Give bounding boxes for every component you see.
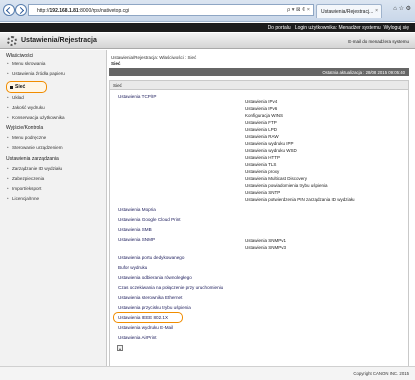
tcpip-subitem: Ustawienia wydruku IPP [245,141,294,146]
tcpip-subitem: Ustawienia HTTP [245,155,281,160]
address-bar[interactable]: http://192.168.1.81:8000/rps/nativetop.c… [28,4,314,16]
tcpip-subitem: Ustawienia potwierdzenia PIN zarządzania… [245,197,355,202]
login-user-text: Login użytkownika: Menadżer systemu [294,24,381,31]
tcpip-subitem: Ustawienia LPD [245,127,278,132]
print-buffer-link[interactable]: Bufor wydruku [118,265,147,270]
browser-toolbar: http://192.168.1.81:8000/rps/nativetop.c… [0,0,415,22]
sidebar: Właściwości Menu skrowania Ustawienia źr… [0,50,107,380]
sidebar-heading-management: Ustawienia zarządzania [6,156,59,162]
browser-tab[interactable]: Ustawienia/Rejestracj... × [316,4,382,18]
top-status-bar: Do portalu Login użytkownika: Menadżer s… [0,23,415,32]
last-updated-bar: Ostatnia aktualizacja : 28/08 2015 09:05… [109,68,409,76]
dedicated-port-link[interactable]: Ustawienia portu dedykowanego [118,255,184,260]
back-arrow-icon [5,6,14,15]
sidebar-item-menu[interactable]: Menu skrowania [7,61,46,66]
ieee-8021x-settings-link[interactable]: Ustawienia IEEE 802.1X [118,315,168,320]
tcpip-subitem: Ustawienia wydruku WSD [245,148,297,153]
copyright-text: Copyright CANON INC. 2015 [353,371,409,376]
tcpip-subitem: Ustawienia FTP [245,120,277,125]
tcpip-subitem: Ustawienia proxy [245,169,280,174]
tcpip-subitem: Ustawienia Multicast Discovery [245,176,308,181]
address-bar-tools[interactable]: ρ ▾ ⊠ ¢ × [287,7,310,13]
sidebar-item-paper-source[interactable]: Ustawienia źródła papieru [7,71,65,76]
network-panel: Sieć Ustawienia TCP/IP Ustawienia IPv4 U… [109,80,409,370]
sidebar-heading-preferences: Właściwości [6,53,34,59]
back-button[interactable] [3,4,15,16]
parallel-receive-link[interactable]: Ustawienia odbierania równoległego [118,275,192,280]
sidebar-item-layout[interactable]: Układ [7,95,24,100]
snmp-subitem: Ustawienia SNMPv1 [245,238,287,243]
gear-icon [7,36,17,46]
sidebar-item-user-maintenance[interactable]: Konserwacja użytkownika [7,115,65,120]
tab-title: Ustawienia/Rejestracj... [321,8,374,15]
sleep-button-link[interactable]: Ustawienia przycisku trybu uśpienia [118,305,191,310]
page-title: Sieć [111,61,121,66]
forward-button[interactable] [15,4,27,16]
app-title: Ustawienia/Rejestracja [21,36,97,44]
tcpip-subitem: Ustawienia SNTP [245,190,281,195]
tcpip-settings-link[interactable]: Ustawienia TCP/IP [118,94,156,99]
page-header: Ustawienia/Rejestracja E-mail do menadże… [0,33,415,49]
airprint-settings-link[interactable]: Ustawienia AirPrint [118,335,157,340]
sidebar-item-network[interactable]: Sieć [6,81,47,93]
tcpip-subitem: Ustawienia IPv4 [245,99,278,104]
snmp-settings-link[interactable]: Ustawienia SNMP [118,237,155,242]
ethernet-driver-link[interactable]: Ustawienia sterownika Ethernet [118,295,182,300]
address-url: http://192.168.1.81:8000/rps/nativetop.c… [37,7,130,14]
tcpip-subitem: Ustawienia IPv6 [245,106,278,111]
tcpip-subitem: Ustawienia TLS [245,162,277,167]
cloud-print-settings-link[interactable]: Ustawienia Google Cloud Print [118,217,181,222]
tab-close-icon[interactable]: × [375,8,378,14]
snmp-subitem: Ustawienia SNMPv3 [245,245,287,250]
email-print-settings-link[interactable]: Ustawienia wydruku E-Mail [118,325,173,330]
browser-toolbar-icons[interactable]: ⌂ ☆ ⚙ [393,5,411,12]
footer: Copyright CANON INC. 2015 [0,366,415,380]
tcpip-subitem: Ustawienia RAW [245,134,279,139]
sidebar-item-utility-menu[interactable]: Menu podręczne [7,135,46,140]
sidebar-item-license[interactable]: Licencja/Inne [7,196,39,201]
sidebar-item-network-label: Sieć [15,84,26,90]
sidebar-item-print-quality[interactable]: Jakość wydruku [7,105,45,110]
forward-arrow-icon [16,6,25,15]
mopria-settings-link[interactable]: Ustawienia Mopria [118,207,156,212]
startup-wait-link[interactable]: Czas oczekiwania na połączenie przy uruc… [118,285,223,290]
tcpip-subitem: Ustawienia powiadomienia trybu uśpienia [245,183,328,188]
tcpip-subitem: Konfiguracja WINS [245,113,284,118]
smb-settings-link[interactable]: Ustawienia SMB [118,227,152,232]
portal-link[interactable]: Do portalu [268,25,291,31]
panel-header: Sieć [110,81,408,90]
main-content: Ustawienia/Rejestracja: Właściwości : Si… [108,50,415,380]
sidebar-item-device-control[interactable]: Sterowanie urządzeniem [7,145,63,150]
sidebar-item-security[interactable]: Zabezpieczenia [7,176,44,181]
mail-admin-link[interactable]: E-mail do menadżera systemu [348,39,409,44]
sidebar-item-import-export[interactable]: Import/eksport [7,186,41,191]
logout-link[interactable]: Wyloguj się [383,25,409,31]
sidebar-heading-control: Wyjście/Kontrola [6,125,44,131]
sidebar-item-department-id[interactable]: Zarządzanie ID wydziału [7,166,62,171]
page-top-icon[interactable] [117,345,123,351]
last-updated-text: Ostatnia aktualizacja : 28/08 2015 09:05… [322,69,405,75]
breadcrumb: Ustawienia/Rejestracja: Właściwości : Si… [111,55,197,60]
panel-title: Sieć [113,83,122,88]
